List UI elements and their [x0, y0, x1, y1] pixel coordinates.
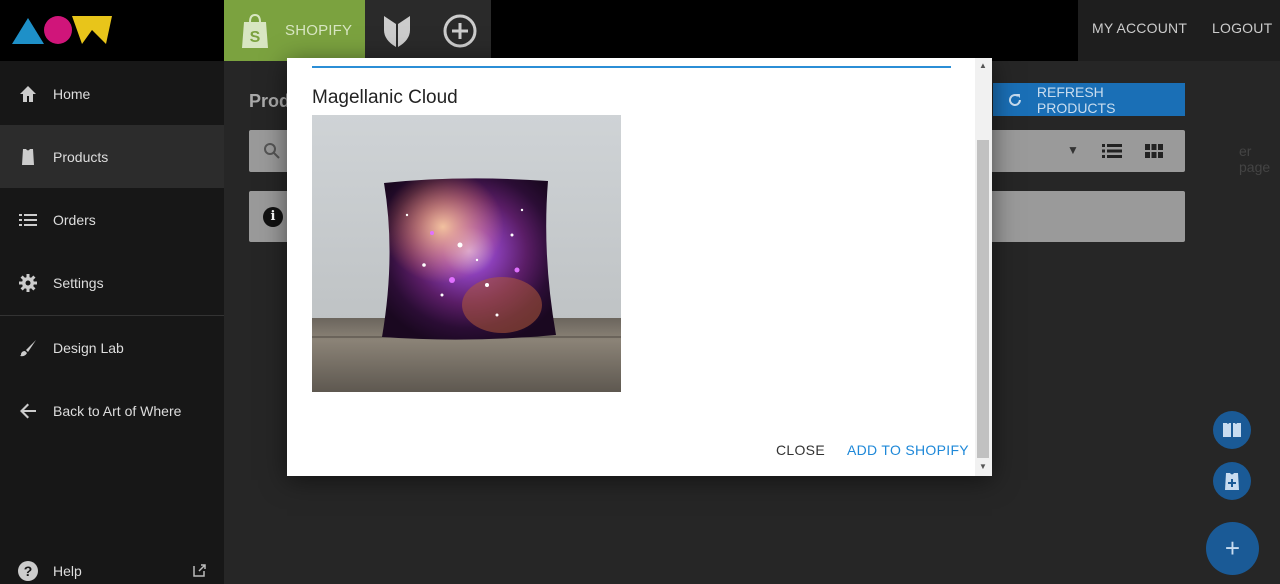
- my-account-link[interactable]: MY ACCOUNT: [1092, 20, 1187, 36]
- scroll-down-icon[interactable]: ▼: [979, 462, 987, 471]
- gear-icon: [18, 273, 38, 293]
- sidebar-item-label: Design Lab: [53, 339, 124, 356]
- add-shirt-icon: [1225, 473, 1239, 490]
- grid-view-icon[interactable]: [1145, 143, 1163, 159]
- add-to-shopify-button[interactable]: ADD TO SHOPIFY: [847, 442, 969, 458]
- product-image: [312, 115, 621, 392]
- refresh-products-label: REFRESH PRODUCTS: [1036, 83, 1116, 116]
- plus-icon: +: [1224, 533, 1241, 563]
- scroll-up-icon[interactable]: ▲: [979, 61, 987, 70]
- per-page-select[interactable]: er page: [1239, 143, 1270, 175]
- plus-circle-icon: [443, 14, 476, 47]
- refresh-icon: [1009, 93, 1021, 106]
- sidebar-item-orders[interactable]: Orders: [0, 188, 224, 251]
- top-bar: S SHOPIFY MY ACCOUNT LOGOUT: [0, 0, 1280, 61]
- add-fab[interactable]: +: [1206, 522, 1259, 575]
- modal-top-divider: [312, 66, 951, 68]
- help-icon: ?: [18, 561, 38, 581]
- close-button[interactable]: CLOSE: [776, 442, 825, 458]
- sidebar-item-design-lab[interactable]: Design Lab: [0, 316, 224, 379]
- arrow-left-icon: [18, 401, 38, 421]
- list-view-icon[interactable]: [1102, 143, 1122, 159]
- help-label: Help: [53, 563, 82, 579]
- products-fab[interactable]: [1213, 411, 1251, 449]
- scrollbar-thumb[interactable]: [977, 140, 989, 458]
- aow-logo[interactable]: [12, 12, 112, 46]
- search-icon: [264, 143, 280, 159]
- shopify-bag-icon: S: [242, 13, 268, 48]
- tab-art-of-where[interactable]: [365, 0, 428, 61]
- product-modal: Magellanic Cloud CLOSE ADD TO SHOPIFY ▲ …: [287, 58, 992, 476]
- home-icon: [18, 84, 38, 104]
- modal-scrollbar[interactable]: ▲ ▼: [975, 58, 992, 476]
- tab-add[interactable]: [428, 0, 491, 61]
- sidebar-item-label: Back to Art of Where: [53, 402, 182, 419]
- shirt-icon: [18, 147, 38, 167]
- svg-text:S: S: [250, 29, 261, 46]
- page-title: Prod: [249, 91, 291, 111]
- sidebar-item-back-to-aow[interactable]: Back to Art of Where: [0, 379, 224, 442]
- sidebar-item-label: Settings: [53, 274, 104, 291]
- sidebar-item-label: Orders: [53, 211, 96, 228]
- sidebar-item-label: Home: [53, 85, 91, 102]
- sidebar-item-label: Products: [53, 148, 109, 165]
- logout-link[interactable]: LOGOUT: [1212, 20, 1272, 36]
- tab-shopify-label: SHOPIFY: [285, 22, 353, 39]
- info-icon: i: [263, 207, 283, 227]
- aow-shield-icon: [383, 15, 410, 47]
- external-link-icon[interactable]: [193, 564, 206, 577]
- sidebar-item-home[interactable]: Home: [0, 62, 224, 125]
- modal-title: Magellanic Cloud: [312, 87, 458, 108]
- shirts-icon: [1223, 423, 1241, 437]
- add-product-fab[interactable]: [1213, 462, 1251, 500]
- sidebar: Home Products Orders Settings Design Lab…: [0, 61, 224, 584]
- sidebar-item-settings[interactable]: Settings: [0, 251, 224, 314]
- help-link[interactable]: ? Help: [18, 561, 82, 581]
- dropdown-arrow-icon[interactable]: ▼: [1067, 143, 1079, 157]
- brush-icon: [18, 338, 38, 358]
- list-icon: [18, 210, 38, 230]
- tab-shopify[interactable]: S SHOPIFY: [224, 0, 365, 61]
- refresh-products-button[interactable]: REFRESH PRODUCTS: [993, 83, 1185, 116]
- sidebar-item-products[interactable]: Products: [0, 125, 224, 188]
